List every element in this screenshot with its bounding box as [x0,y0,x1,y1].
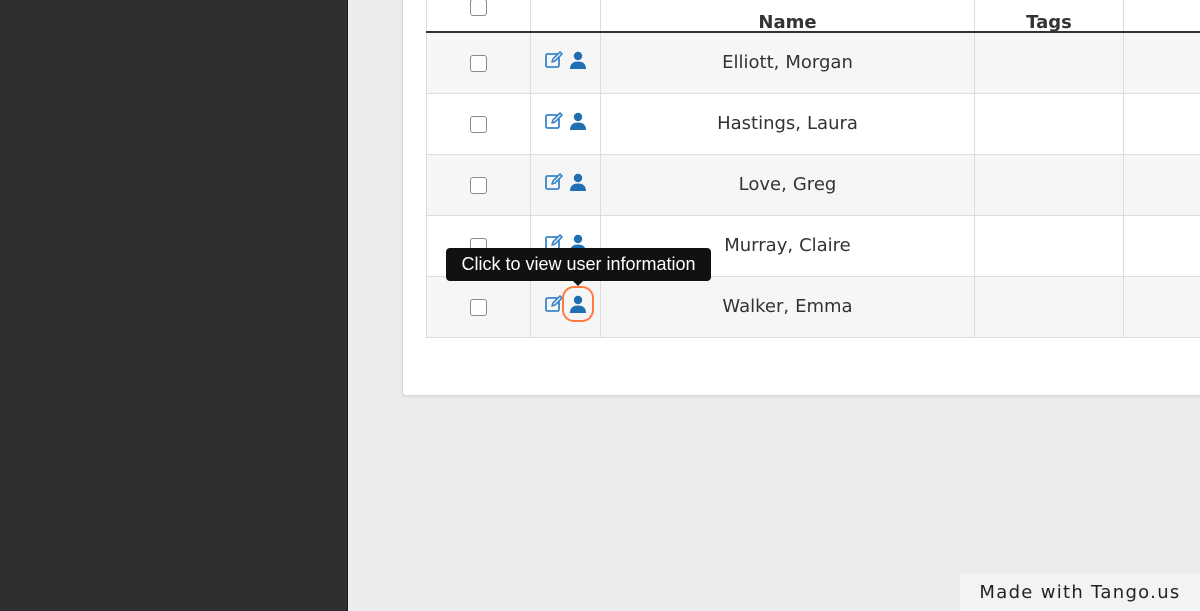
edit-icon[interactable] [544,50,564,70]
extra-cell [1123,92,1200,155]
row-actions-cell [530,31,601,94]
edit-icon[interactable] [544,294,564,314]
name-column-header[interactable]: Name [600,0,975,33]
extra-cell [1123,214,1200,277]
table-header-row: Name Tags [426,0,1200,33]
row-checkbox[interactable] [470,176,487,194]
name-cell: Hastings, Laura [600,92,975,155]
extra-cell [1123,153,1200,216]
row-checkbox[interactable] [470,298,487,316]
tags-cell [974,31,1124,94]
left-sidebar [0,0,348,611]
name-cell: Love, Greg [600,153,975,216]
extra-cell [1123,31,1200,94]
tags-cell [974,275,1124,338]
name-cell: Walker, Emma [600,275,975,338]
row-select-cell [426,31,531,94]
table-row: Elliott, Morgan [426,31,1200,94]
edit-icon[interactable] [544,111,564,131]
row-checkbox[interactable] [470,115,487,133]
tags-cell [974,92,1124,155]
row-select-cell [426,92,531,155]
row-actions-cell [530,275,601,338]
extra-cell [1123,275,1200,338]
table-row: Hastings, Laura [426,92,1200,155]
user-info-tooltip: Click to view user information [446,248,711,281]
user-icon[interactable] [568,172,588,192]
table-row: Love, Greg [426,153,1200,216]
user-icon[interactable] [568,50,588,70]
row-actions-cell [530,153,601,216]
table-row: Walker, Emma [426,275,1200,338]
name-cell: Elliott, Morgan [600,31,975,94]
users-table: Name Tags Elliott, Morgan Hastings, Laur… [426,0,1200,338]
user-icon[interactable] [561,286,594,322]
row-select-cell [426,275,531,338]
tags-cell [974,153,1124,216]
actions-header [530,0,601,33]
user-icon[interactable] [568,111,588,131]
row-select-cell [426,153,531,216]
extra-column-header [1123,0,1200,33]
row-checkbox[interactable] [470,54,487,72]
tags-cell [974,214,1124,277]
edit-icon[interactable] [544,172,564,192]
tags-column-header: Tags [974,0,1124,33]
tango-watermark: Made with Tango.us [960,573,1200,611]
select-all-header [426,0,531,33]
row-actions-cell [530,92,601,155]
select-all-checkbox[interactable] [470,0,487,16]
tooltip-arrow [573,281,583,286]
